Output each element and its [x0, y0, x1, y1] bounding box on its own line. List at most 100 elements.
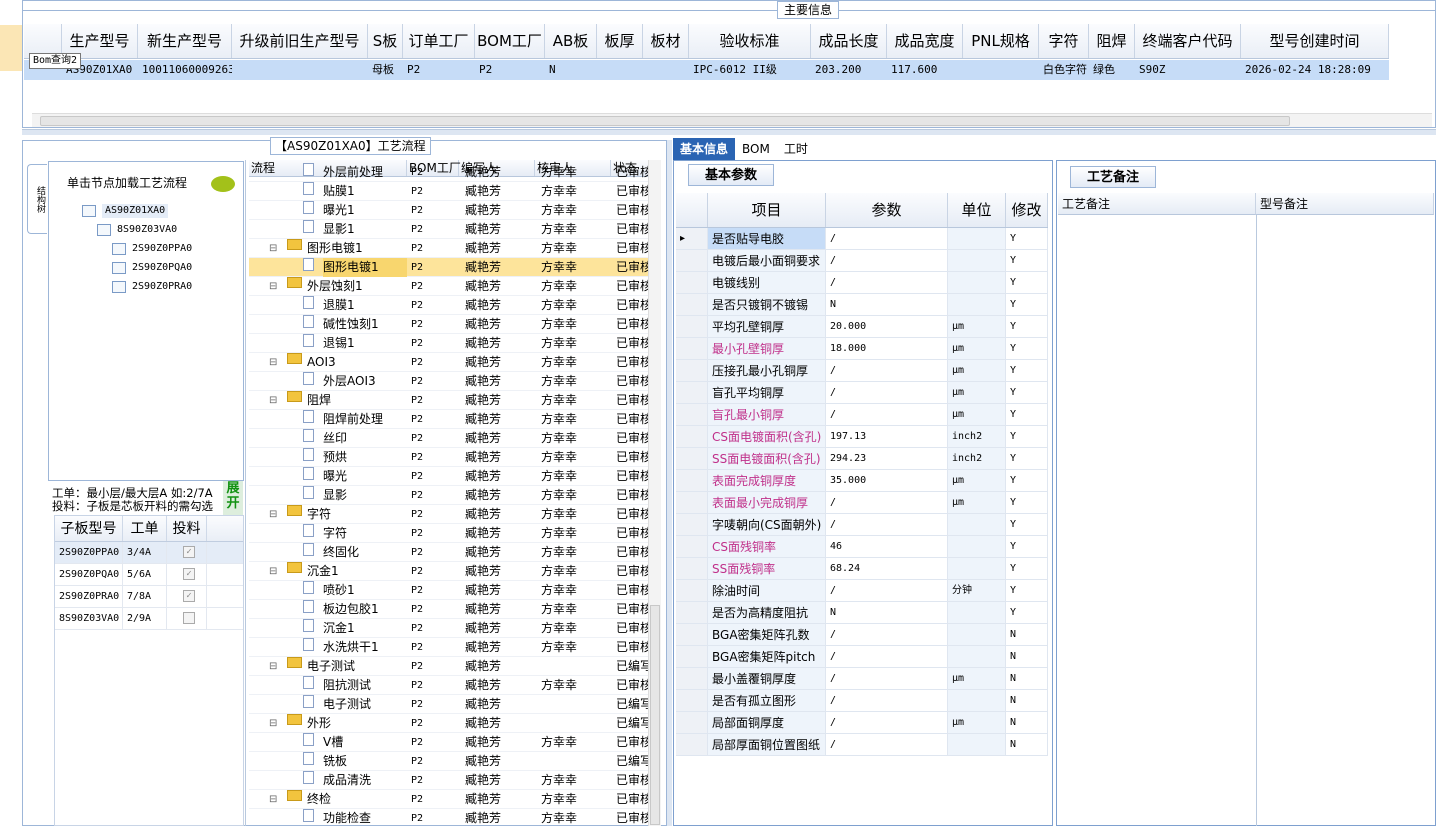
param-value[interactable]: 20.000 — [826, 316, 948, 337]
tab-process-notes[interactable]: 工艺备注 — [1070, 166, 1156, 188]
flow-row[interactable]: 退锡1 P2 臧艳芳 方幸幸 已审核 — [249, 334, 649, 353]
param-row[interactable]: CS面残铜率 46 Y — [676, 536, 1048, 558]
param-row[interactable]: 盲孔最小铜厚 / μm Y — [676, 404, 1048, 426]
main-info-cell[interactable]: 203.200 — [811, 60, 887, 80]
flow-row[interactable]: 字符 P2 臧艳芳 方幸幸 已审核 — [249, 524, 649, 543]
tab-basic-params[interactable]: 基本参数 — [688, 164, 774, 186]
middle-splitter[interactable] — [667, 140, 672, 826]
right-tab[interactable]: 基本信息 — [673, 138, 736, 160]
flow-row[interactable]: 贴膜1 P2 臧艳芳 方幸幸 已审核 — [249, 182, 649, 201]
right-tab[interactable]: BOM — [735, 138, 777, 160]
column-header[interactable]: PNL规格 — [963, 24, 1039, 58]
param-value[interactable]: / — [826, 404, 948, 425]
param-value[interactable]: / — [826, 690, 948, 711]
main-info-cell[interactable] — [963, 60, 1039, 80]
flow-row[interactable]: 曝光1 P2 臧艳芳 方幸幸 已审核 — [249, 201, 649, 220]
collapse-icon[interactable]: ⊟ — [269, 562, 277, 581]
subboard-column-header[interactable]: 投料 — [167, 516, 207, 541]
flow-row[interactable]: 成品清洗 P2 臧艳芳 方幸幸 已审核 — [249, 771, 649, 790]
param-row[interactable]: 表面完成铜厚度 35.000 μm Y — [676, 470, 1048, 492]
column-header[interactable]: 验收标准 — [689, 24, 811, 58]
flow-row[interactable]: 铣板 P2 臧艳芳 已编写 — [249, 752, 649, 771]
column-header[interactable]: 升级前旧生产型号 — [232, 24, 368, 58]
main-info-cell[interactable] — [597, 60, 643, 80]
flow-row[interactable]: 水洗烘干1 P2 臧艳芳 方幸幸 已审核 — [249, 638, 649, 657]
flow-row[interactable]: ⊟ 沉金1 P2 臧艳芳 方幸幸 已审核 — [249, 562, 649, 581]
flow-row[interactable]: 显影1 P2 臧艳芳 方幸幸 已审核 — [249, 220, 649, 239]
flow-row[interactable]: 退膜1 P2 臧艳芳 方幸幸 已审核 — [249, 296, 649, 315]
flow-row[interactable]: 沉金1 P2 臧艳芳 方幸幸 已审核 — [249, 619, 649, 638]
side-tab-structure-tree[interactable]: 结构树 — [27, 164, 47, 234]
param-value[interactable]: N — [826, 294, 948, 315]
column-header[interactable]: 型号创建时间 — [1241, 24, 1389, 58]
param-value[interactable]: / — [826, 668, 948, 689]
param-row[interactable]: 局部厚面铜位置图纸 / N — [676, 734, 1048, 756]
param-row[interactable]: CS面电镀面积(含孔) 197.13 inch2 Y — [676, 426, 1048, 448]
flow-row[interactable]: ⊟ 阻焊 P2 臧艳芳 方幸幸 已审核 — [249, 391, 649, 410]
params-column-header[interactable]: 项目 — [708, 193, 826, 227]
flow-row[interactable]: ⊟ AOI3 P2 臧艳芳 方幸幸 已审核 — [249, 353, 649, 372]
param-row[interactable]: 字唛朝向(CS面朝外) / Y — [676, 514, 1048, 536]
flow-row[interactable]: ⊟ 外层蚀刻1 P2 臧艳芳 方幸幸 已审核 — [249, 277, 649, 296]
param-row[interactable]: 盲孔平均铜厚 / μm Y — [676, 382, 1048, 404]
param-value[interactable]: / — [826, 272, 948, 293]
params-column-header[interactable]: 参数 — [826, 193, 948, 227]
param-value[interactable]: / — [826, 250, 948, 271]
column-header[interactable]: 新生产型号 — [138, 24, 232, 58]
param-row[interactable]: 是否只镀铜不镀锡 N Y — [676, 294, 1048, 316]
flow-row[interactable]: 阻抗测试 P2 臧艳芳 方幸幸 已审核 — [249, 676, 649, 695]
flow-row[interactable]: ⊟ 图形电镀1 P2 臧艳芳 方幸幸 已审核 — [249, 239, 649, 258]
collapse-icon[interactable]: ⊟ — [269, 353, 277, 372]
param-value[interactable]: / — [826, 360, 948, 381]
tree-node[interactable]: 2S90Z0PQA0 — [132, 261, 192, 275]
main-info-cell[interactable] — [232, 60, 368, 80]
param-value[interactable]: 68.24 — [826, 558, 948, 579]
flow-row[interactable]: 外层AOI3 P2 臧艳芳 方幸幸 已审核 — [249, 372, 649, 391]
flow-row[interactable]: 喷砂1 P2 臧艳芳 方幸幸 已审核 — [249, 581, 649, 600]
subboard-column-header[interactable]: 工单 — [123, 516, 167, 541]
param-value[interactable]: N — [826, 602, 948, 623]
param-row[interactable]: 除油时间 / 分钟 Y — [676, 580, 1048, 602]
param-value[interactable]: / — [826, 624, 948, 645]
flow-row[interactable]: 外层前处理 P2 臧艳芳 方幸幸 已审核 — [249, 163, 649, 182]
main-info-cell[interactable] — [643, 60, 689, 80]
subboard-row[interactable]: 2S90Z0PPA0 3/4A ✓ — [55, 542, 243, 564]
feed-checkbox[interactable] — [183, 612, 195, 624]
param-row[interactable]: 平均孔壁铜厚 20.000 μm Y — [676, 316, 1048, 338]
column-header[interactable]: 板厚 — [597, 24, 643, 58]
subboard-row[interactable]: 2S90Z0PRA0 7/8A ✓ — [55, 586, 243, 608]
collapse-icon[interactable]: ⊟ — [269, 657, 277, 676]
feed-checkbox[interactable]: ✓ — [183, 568, 195, 580]
collapse-icon[interactable]: ⊟ — [269, 505, 277, 524]
column-header[interactable]: AB板 — [545, 24, 597, 58]
params-column-header[interactable]: 修改 — [1006, 193, 1048, 227]
param-value[interactable]: / — [826, 382, 948, 403]
param-value[interactable]: / — [826, 492, 948, 513]
param-value[interactable]: 35.000 — [826, 470, 948, 491]
column-header[interactable]: 板材 — [643, 24, 689, 58]
column-header[interactable]: 字符 — [1039, 24, 1089, 58]
flow-row[interactable]: 图形电镀1 P2 臧艳芳 方幸幸 已审核 — [249, 258, 649, 277]
param-value[interactable]: / — [826, 734, 948, 755]
param-row[interactable]: 局部面铜厚度 / μm N — [676, 712, 1048, 734]
main-info-cell[interactable]: 117.600 — [887, 60, 963, 80]
flow-row[interactable]: 曝光 P2 臧艳芳 方幸幸 已审核 — [249, 467, 649, 486]
main-info-cell[interactable]: 10011060009263 — [138, 60, 232, 80]
main-info-cell[interactable]: 2026-02-24 18:28:09 — [1241, 60, 1389, 80]
main-info-cell[interactable]: N — [545, 60, 597, 80]
main-info-row[interactable]: AS90Z01XA0 10011060009263 母板 P2 P2 N IPC-6012 … — [24, 60, 1389, 80]
feed-checkbox[interactable]: ✓ — [183, 590, 195, 602]
main-info-cell[interactable]: 绿色 — [1089, 60, 1135, 80]
param-value[interactable]: 197.13 — [826, 426, 948, 447]
param-row[interactable]: SS面电镀面积(含孔) 294.23 inch2 Y — [676, 448, 1048, 470]
param-value[interactable]: 18.000 — [826, 338, 948, 359]
column-header[interactable]: 阻焊 — [1089, 24, 1135, 58]
param-row[interactable]: 压接孔最小孔铜厚 / μm Y — [676, 360, 1048, 382]
flow-row[interactable]: 电子测试 P2 臧艳芳 已编写 — [249, 695, 649, 714]
param-row[interactable]: 电镀线别 / Y — [676, 272, 1048, 294]
param-row[interactable]: 电镀后最小面铜要求 / Y — [676, 250, 1048, 272]
flow-row[interactable]: V槽 P2 臧艳芳 方幸幸 已审核 — [249, 733, 649, 752]
main-info-hscroll[interactable] — [32, 113, 1432, 127]
param-row[interactable]: 最小孔壁铜厚 18.000 μm Y — [676, 338, 1048, 360]
flow-row[interactable]: 显影 P2 臧艳芳 方幸幸 已审核 — [249, 486, 649, 505]
